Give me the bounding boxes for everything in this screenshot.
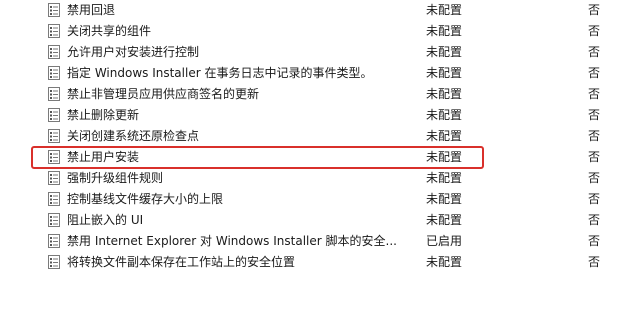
policy-comment: 否 bbox=[588, 87, 601, 101]
policy-state: 已启用 bbox=[426, 234, 463, 248]
policy-comment: 否 bbox=[588, 129, 601, 143]
policy-state: 未配置 bbox=[426, 150, 463, 164]
policy-name: 将转换文件副本保存在工作站上的安全位置 bbox=[67, 255, 296, 269]
policy-row[interactable]: 禁止删除更新 未配置 否 bbox=[0, 105, 628, 126]
policy-state: 未配置 bbox=[426, 192, 463, 206]
policy-state: 未配置 bbox=[426, 255, 463, 269]
policy-state: 未配置 bbox=[426, 66, 463, 80]
policy-name: 禁用 Internet Explorer 对 Windows Installer… bbox=[67, 234, 397, 248]
policy-state: 未配置 bbox=[426, 45, 463, 59]
policy-row[interactable]: 控制基线文件缓存大小的上限 未配置 否 bbox=[0, 189, 628, 210]
policy-name: 控制基线文件缓存大小的上限 bbox=[67, 192, 224, 206]
policy-state: 未配置 bbox=[426, 87, 463, 101]
policy-row[interactable]: 阻止嵌入的 UI 未配置 否 bbox=[0, 210, 628, 231]
policy-settings-list: 禁用回退 未配置 否 关闭共享的组件 未配置 否 允许用户对安装进行控制 未配置… bbox=[0, 0, 628, 273]
policy-comment: 否 bbox=[588, 171, 601, 185]
policy-setting-icon bbox=[48, 192, 60, 206]
policy-comment: 否 bbox=[588, 234, 601, 248]
policy-setting-icon bbox=[48, 66, 60, 80]
policy-setting-icon bbox=[48, 108, 60, 122]
policy-name: 允许用户对安装进行控制 bbox=[67, 45, 200, 59]
policy-row[interactable]: 允许用户对安装进行控制 未配置 否 bbox=[0, 42, 628, 63]
policy-name: 指定 Windows Installer 在事务日志中记录的事件类型。 bbox=[67, 66, 373, 80]
policy-setting-icon bbox=[48, 234, 60, 248]
policy-comment: 否 bbox=[588, 213, 601, 227]
policy-state: 未配置 bbox=[426, 129, 463, 143]
policy-name: 关闭共享的组件 bbox=[67, 24, 152, 38]
policy-setting-icon bbox=[48, 87, 60, 101]
policy-name: 关闭创建系统还原检查点 bbox=[67, 129, 200, 143]
policy-comment: 否 bbox=[588, 24, 601, 38]
policy-comment: 否 bbox=[588, 45, 601, 59]
policy-name: 禁止删除更新 bbox=[67, 108, 140, 122]
policy-name: 禁止用户安装 bbox=[67, 150, 140, 164]
policy-setting-icon bbox=[48, 3, 60, 17]
policy-comment: 否 bbox=[588, 255, 601, 269]
policy-row[interactable]: 禁止非管理员应用供应商签名的更新 未配置 否 bbox=[0, 84, 628, 105]
policy-comment: 否 bbox=[588, 150, 601, 164]
policy-comment: 否 bbox=[588, 108, 601, 122]
policy-setting-icon bbox=[48, 129, 60, 143]
policy-setting-icon bbox=[48, 45, 60, 59]
policy-state: 未配置 bbox=[426, 108, 463, 122]
policy-name: 禁用回退 bbox=[67, 3, 116, 17]
policy-comment: 否 bbox=[588, 192, 601, 206]
policy-comment: 否 bbox=[588, 66, 601, 80]
policy-state: 未配置 bbox=[426, 213, 463, 227]
policy-name: 禁止非管理员应用供应商签名的更新 bbox=[67, 87, 260, 101]
policy-row[interactable]: 强制升级组件规则 未配置 否 bbox=[0, 168, 628, 189]
policy-state: 未配置 bbox=[426, 171, 463, 185]
policy-name: 强制升级组件规则 bbox=[67, 171, 164, 185]
policy-state: 未配置 bbox=[426, 3, 463, 17]
policy-state: 未配置 bbox=[426, 24, 463, 38]
policy-row[interactable]: 指定 Windows Installer 在事务日志中记录的事件类型。 未配置 … bbox=[0, 63, 628, 84]
policy-comment: 否 bbox=[588, 3, 601, 17]
policy-setting-icon bbox=[48, 171, 60, 185]
policy-row[interactable]: 禁用回退 未配置 否 bbox=[0, 0, 628, 21]
policy-setting-icon bbox=[48, 255, 60, 269]
policy-setting-icon bbox=[48, 24, 60, 38]
policy-setting-icon bbox=[48, 150, 60, 164]
policy-row[interactable]: 禁用 Internet Explorer 对 Windows Installer… bbox=[0, 231, 628, 252]
policy-row[interactable]: 关闭创建系统还原检查点 未配置 否 bbox=[0, 126, 628, 147]
policy-row[interactable]: 将转换文件副本保存在工作站上的安全位置 未配置 否 bbox=[0, 252, 628, 273]
policy-row[interactable]: 关闭共享的组件 未配置 否 bbox=[0, 21, 628, 42]
policy-name: 阻止嵌入的 UI bbox=[67, 213, 144, 227]
policy-setting-icon bbox=[48, 213, 60, 227]
policy-row-prohibit-user-installs[interactable]: 禁止用户安装 未配置 否 bbox=[0, 147, 628, 168]
